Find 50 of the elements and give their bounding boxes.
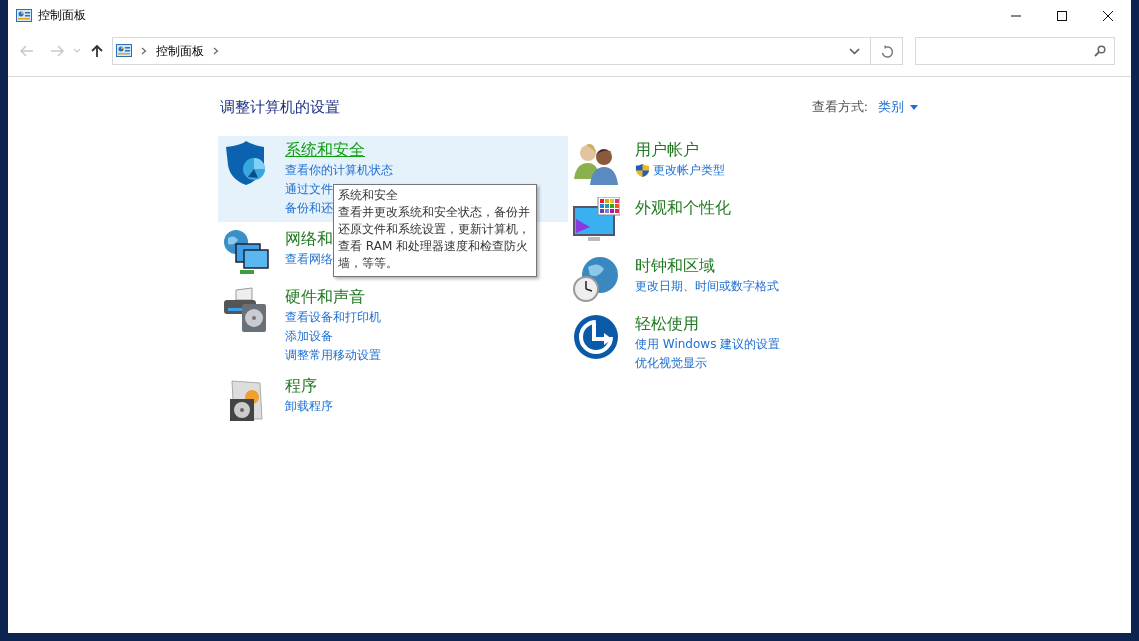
refresh-icon [880,44,893,58]
tooltip-text: 还原文件和系统设置，更新计算机， [338,221,530,238]
search-field[interactable] [915,37,1115,65]
chevron-right-icon [141,47,147,55]
chevron-right-icon [213,47,219,55]
tooltip-title: 系统和安全 [338,187,399,204]
task-link[interactable]: 调整常用移动设置 [285,346,381,365]
category-link[interactable]: 外观和个性化 [635,197,731,219]
task-link[interactable]: 使用 Windows 建议的设置 [635,335,781,354]
page-heading: 调整计算机的设置 [220,97,340,117]
category-link[interactable]: 系统和安全 [285,139,365,161]
shield-icon [635,163,650,178]
task-link[interactable]: 添加设备 [285,327,333,346]
view-by-dropdown[interactable]: 类别 [868,98,918,116]
category-link[interactable]: 硬件和声音 [285,286,365,308]
arrow-right-icon [50,45,64,57]
task-link[interactable]: 卸载程序 [285,397,333,416]
arrow-left-icon [20,45,34,57]
network-icon[interactable] [222,228,270,276]
chevron-down-icon [73,48,81,54]
arrow-up-icon [91,44,103,58]
category-link[interactable]: 时钟和区域 [635,255,715,277]
globe-clock-icon[interactable] [572,255,620,303]
control-panel-icon [16,7,32,24]
search-icon [1094,45,1106,57]
close-icon [1103,10,1113,21]
window-title: 控制面板 [38,7,86,24]
chevron-down-icon[interactable] [849,47,860,55]
category-link[interactable]: 轻松使用 [635,313,699,335]
maximize-icon [1057,10,1067,21]
tooltip-text: 查看并更改系统和安全状态，备份并 [338,204,530,221]
task-link[interactable]: 备份和还 [285,199,333,218]
task-link[interactable]: 查看网络 [285,250,333,269]
breadcrumb[interactable]: 控制面板 [156,42,204,60]
accessibility-icon[interactable] [572,313,620,361]
category-link[interactable]: 程序 [285,375,317,397]
task-link[interactable]: 更改日期、时间或数字格式 [635,277,779,296]
task-link[interactable]: 通过文件 [285,180,333,199]
task-link[interactable]: 查看你的计算机状态 [285,161,393,180]
address-bar[interactable]: 控制面板 [112,37,903,65]
category-link[interactable]: 用户帐户 [635,139,699,161]
caret-down-icon [910,104,918,110]
task-link[interactable]: 优化视觉显示 [635,354,707,373]
task-link[interactable]: 查看设备和打印机 [285,308,381,327]
category-link[interactable]: 网络和 [285,228,333,250]
control-panel-icon [116,43,132,59]
view-by-label: 查看方式: [811,98,868,116]
tooltip-text: 查看 RAM 和处理器速度和检查防火 [338,238,530,255]
task-link[interactable]: 更改帐户类型 [635,161,725,180]
tooltip-text: 墙，等等。 [338,255,399,272]
